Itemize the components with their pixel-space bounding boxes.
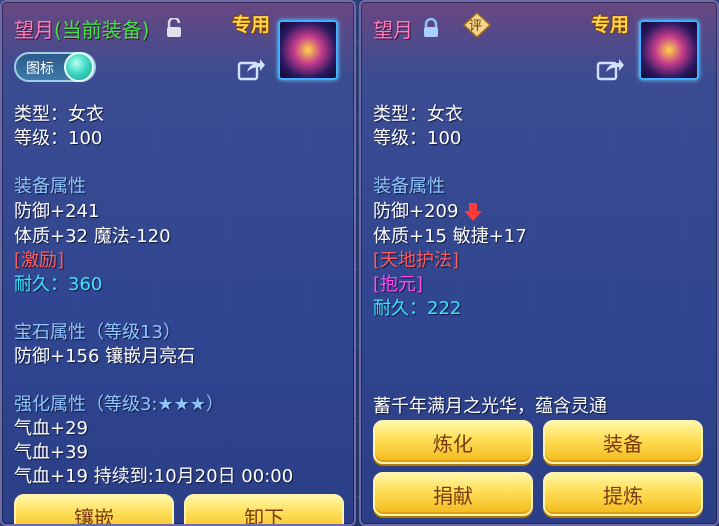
item-icon[interactable] bbox=[278, 20, 338, 80]
eval-badge-label: 评 bbox=[469, 19, 483, 34]
attr-line: 体质+15 敏捷+17 bbox=[373, 226, 527, 247]
gem-line: 防御+156 镶嵌月亮石 bbox=[14, 346, 196, 367]
item-name: 望月 bbox=[373, 18, 413, 42]
special-skill: [天地护法] bbox=[373, 250, 460, 271]
share-icon[interactable] bbox=[595, 54, 625, 84]
refine-button[interactable]: 炼化 bbox=[373, 420, 533, 464]
toggle-knob bbox=[64, 52, 94, 82]
enhance-title: 强化属性（等级3:★★★） bbox=[14, 394, 224, 415]
special-effect: [激励] bbox=[14, 250, 65, 271]
extract-button[interactable]: 提炼 bbox=[543, 472, 703, 516]
equip-button[interactable]: 装备 bbox=[543, 420, 703, 464]
defense-text: 防御+209 bbox=[373, 201, 459, 222]
type-line: 类型：女衣 bbox=[14, 104, 104, 125]
defense-line: 防御+209 bbox=[373, 197, 483, 223]
hp-line-2: 气血+39 bbox=[14, 442, 88, 463]
compare-item-panel: 望月 评 专用 类型：女衣 等级：100 装备属性 防御+209 体质+15 敏… bbox=[359, 0, 719, 526]
special-tag: 专用 bbox=[591, 14, 630, 36]
level-line: 等级：100 bbox=[14, 128, 103, 149]
icon-toggle[interactable]: 图标 bbox=[14, 52, 96, 82]
durability-line: 耐久：222 bbox=[373, 298, 462, 319]
type-line: 类型：女衣 bbox=[373, 104, 463, 125]
item-status: (当前装备) bbox=[54, 18, 150, 42]
gem-title: 宝石属性（等级13） bbox=[14, 322, 181, 343]
item-icon[interactable] bbox=[639, 20, 699, 80]
hp-line-3: 气血+19 持续到:10月20日 00:00 bbox=[14, 466, 294, 487]
toggle-label: 图标 bbox=[26, 61, 54, 77]
level-line: 等级：100 bbox=[373, 128, 462, 149]
item-name: 望月(当前装备) bbox=[14, 14, 150, 43]
inlay-button[interactable]: 镶嵌 bbox=[14, 494, 174, 524]
item-name-text: 望月 bbox=[14, 18, 54, 42]
lock-closed-icon[interactable] bbox=[423, 18, 439, 38]
attr-line: 体质+32 魔法-120 bbox=[14, 226, 171, 247]
equip-attr-title: 装备属性 bbox=[373, 176, 445, 197]
share-icon[interactable] bbox=[236, 54, 266, 84]
equipped-item-panel: 望月(当前装备) 专用 图标 类型：女衣 等级：100 装备属性 防御+241 … bbox=[0, 0, 356, 526]
defense-line: 防御+241 bbox=[14, 201, 100, 222]
down-arrow-icon bbox=[464, 203, 483, 221]
special-effect: [抱元] bbox=[373, 274, 424, 295]
lock-open-icon[interactable] bbox=[166, 18, 182, 38]
donate-button[interactable]: 捐献 bbox=[373, 472, 533, 516]
item-description: 蓄千年满月之光华，蕴含灵通 bbox=[373, 396, 607, 417]
special-tag: 专用 bbox=[232, 14, 271, 36]
hp-line-1: 气血+29 bbox=[14, 418, 88, 439]
equip-attr-title: 装备属性 bbox=[14, 176, 86, 197]
durability-line: 耐久：360 bbox=[14, 274, 103, 295]
unequip-button[interactable]: 卸下 bbox=[184, 494, 344, 524]
